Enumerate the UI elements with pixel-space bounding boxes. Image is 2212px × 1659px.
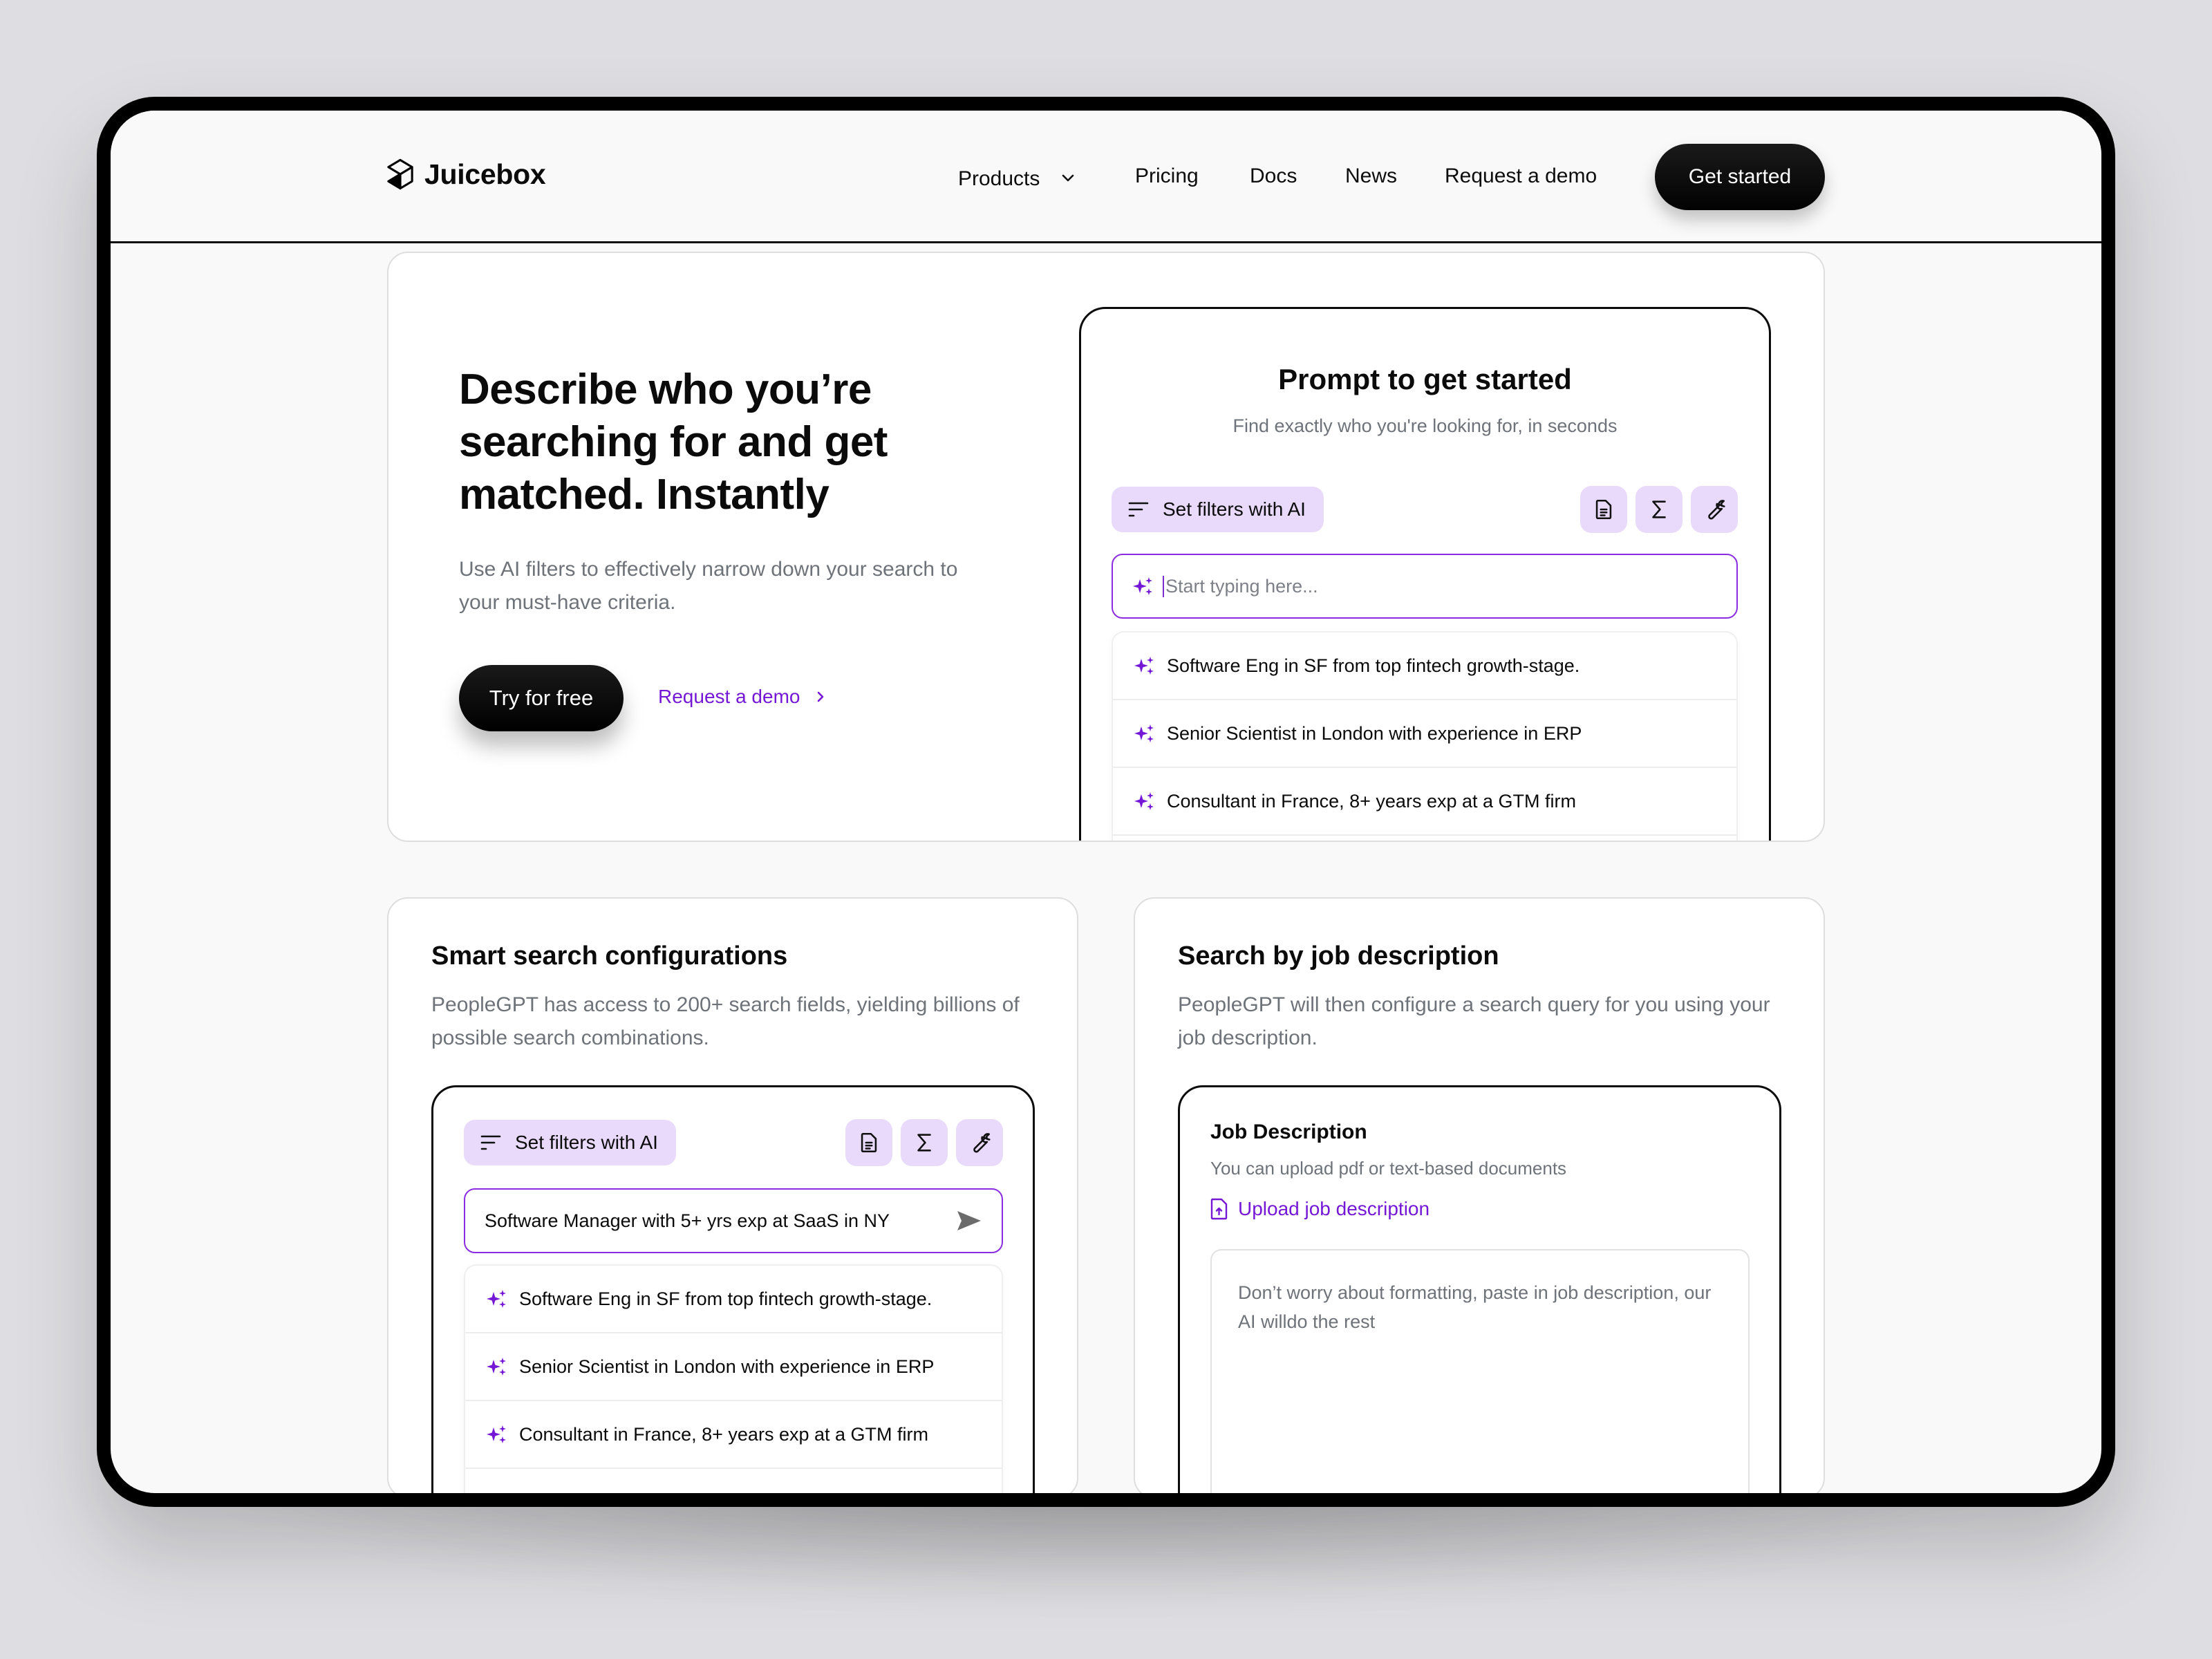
- wrench-icon: [973, 1133, 991, 1153]
- prompt-input[interactable]: Start typing here...: [1112, 554, 1738, 619]
- smart-search-description: PeopleGPT has access to 200+ search fiel…: [431, 993, 1020, 1049]
- document-button[interactable]: [845, 1119, 892, 1166]
- document-button[interactable]: [1580, 486, 1627, 533]
- sparkle-icon: [1134, 792, 1154, 810]
- set-filters-ai-button[interactable]: Set filters with AI: [1112, 487, 1324, 532]
- nav-products-label: Products: [958, 167, 1040, 190]
- job-description-panel: Job Description You can upload pdf or te…: [1178, 1085, 1781, 1493]
- hero-card: Describe who you’re searching for and ge…: [387, 252, 1825, 842]
- sparkle-icon: [487, 1425, 506, 1443]
- wrench-button[interactable]: [1691, 486, 1738, 533]
- nav-news[interactable]: News: [1345, 165, 1397, 188]
- job-description-placeholder: Don’t worry about formatting, paste in j…: [1238, 1282, 1712, 1332]
- smart-search-input[interactable]: Software Manager with 5+ yrs exp at SaaS…: [464, 1188, 1003, 1253]
- sparkle-icon: [487, 1290, 506, 1308]
- smart-search-title: Smart search configurations: [431, 941, 788, 971]
- tool-icon-group: [845, 1119, 1003, 1166]
- prompt-suggestions: Software Eng in SF from top fintech grow…: [1112, 631, 1738, 841]
- document-icon: [1595, 499, 1612, 520]
- sparkle-icon: [487, 1358, 506, 1376]
- suggestion-item-partial[interactable]: [1113, 836, 1736, 841]
- job-description-textarea[interactable]: Don’t worry about formatting, paste in j…: [1210, 1249, 1750, 1493]
- job-description-card: Search by job description PeopleGPT will…: [1134, 897, 1825, 1493]
- prompt-toolbar: Set filters with AI: [1112, 486, 1738, 533]
- file-upload-icon: [1210, 1198, 1228, 1220]
- suggestion-item[interactable]: Consultant in France, 8+ years exp at a …: [1113, 768, 1736, 836]
- browser-screen: Juicebox Products Pricing Docs News Requ…: [111, 111, 2101, 1493]
- device-frame: Juicebox Products Pricing Docs News Requ…: [97, 97, 2115, 1507]
- sigma-button[interactable]: [901, 1119, 948, 1166]
- site-header: Juicebox Products Pricing Docs News Requ…: [111, 111, 2101, 243]
- hero-title: Describe who you’re searching for and ge…: [459, 366, 888, 518]
- send-icon[interactable]: [956, 1210, 982, 1232]
- suggestion-item[interactable]: Senior Scientist in London with experien…: [1113, 700, 1736, 768]
- suggestion-text: Software Eng in SF from top fintech grow…: [519, 1288, 932, 1309]
- suggestion-item[interactable]: Senior Scientist in London with experien…: [465, 1333, 1002, 1401]
- nav-docs[interactable]: Docs: [1250, 165, 1297, 188]
- document-icon: [861, 1132, 877, 1153]
- request-demo-label: Request a demo: [658, 686, 800, 707]
- suggestion-item[interactable]: Software Eng in SF from top fintech grow…: [1113, 632, 1736, 700]
- filter-lines-icon: [480, 1135, 501, 1150]
- sparkle-icon: [1134, 724, 1154, 742]
- request-demo-link[interactable]: Request a demo: [658, 686, 825, 708]
- sparkle-icon: [1133, 577, 1152, 595]
- chevron-right-icon: [818, 691, 824, 702]
- suggestion-item[interactable]: Software Eng in SF from top fintech grow…: [465, 1266, 1002, 1333]
- job-description-panel-subtitle: You can upload pdf or text-based documen…: [1210, 1158, 1567, 1179]
- suggestion-text: Consultant in France, 8+ years exp at a …: [519, 1423, 928, 1445]
- get-started-button[interactable]: Get started: [1655, 144, 1825, 210]
- prompt-panel: Prompt to get started Find exactly who y…: [1079, 307, 1771, 841]
- cube-logo-icon: [387, 158, 413, 190]
- prompt-title: Prompt to get started: [1278, 363, 1572, 395]
- tool-icon-group: [1580, 486, 1738, 533]
- nav-products[interactable]: Products: [958, 165, 1075, 191]
- prompt-subtitle: Find exactly who you're looking for, in …: [1232, 415, 1618, 436]
- wrench-button[interactable]: [956, 1119, 1003, 1166]
- suggestion-text: Software Eng in SF from top fintech grow…: [1167, 655, 1580, 676]
- smart-search-card: Smart search configurations PeopleGPT ha…: [387, 897, 1078, 1493]
- smart-search-toolbar: Set filters with AI: [464, 1119, 1003, 1166]
- sigma-icon: [1652, 500, 1666, 518]
- upload-job-description-label: Upload job description: [1238, 1198, 1430, 1219]
- smart-search-input-value: Software Manager with 5+ yrs exp at SaaS…: [485, 1210, 890, 1231]
- nav-request-demo[interactable]: Request a demo: [1445, 165, 1597, 188]
- job-search-description: PeopleGPT will then configure a search q…: [1178, 993, 1770, 1049]
- filter-lines-icon: [1128, 502, 1149, 517]
- upload-job-description-link[interactable]: Upload job description: [1210, 1198, 1430, 1220]
- wrench-icon: [1708, 500, 1725, 520]
- job-description-panel-title: Job Description: [1210, 1121, 1367, 1143]
- sparkle-icon: [1134, 657, 1154, 675]
- logo[interactable]: Juicebox: [386, 158, 546, 191]
- smart-search-panel: Set filters with AI Software Manager wit…: [431, 1085, 1035, 1493]
- suggestion-text: Senior Scientist in London with experien…: [1167, 722, 1582, 744]
- sigma-icon: [917, 1134, 931, 1152]
- suggestion-text: Consultant in France, 8+ years exp at a …: [1167, 790, 1576, 812]
- try-for-free-button[interactable]: Try for free: [459, 665, 624, 731]
- smart-search-suggestions: Software Eng in SF from top fintech grow…: [464, 1264, 1003, 1493]
- prompt-input-placeholder: Start typing here...: [1163, 575, 1318, 597]
- sigma-button[interactable]: [1635, 486, 1683, 533]
- suggestion-text: Senior Scientist in London with experien…: [519, 1356, 935, 1377]
- set-filters-label: Set filters with AI: [515, 1132, 658, 1153]
- suggestion-item[interactable]: Consultant in France, 8+ years exp at a …: [465, 1401, 1002, 1469]
- job-search-title: Search by job description: [1178, 941, 1499, 971]
- hero-subtitle: Use AI filters to effectively narrow dow…: [459, 558, 958, 614]
- logo-text: Juicebox: [424, 158, 546, 190]
- set-filters-label: Set filters with AI: [1163, 498, 1306, 520]
- chevron-down-icon: [1061, 165, 1075, 188]
- set-filters-ai-button[interactable]: Set filters with AI: [464, 1120, 676, 1165]
- suggestion-item-partial[interactable]: [465, 1469, 1002, 1493]
- nav-pricing[interactable]: Pricing: [1135, 165, 1199, 188]
